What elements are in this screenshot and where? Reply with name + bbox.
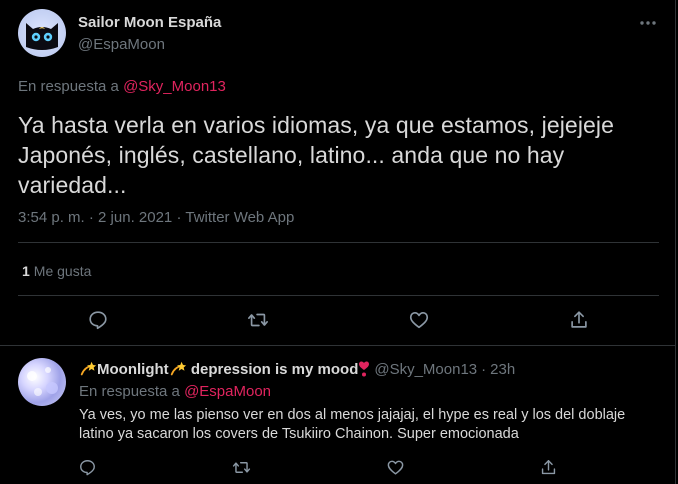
main-tweet: Sailor Moon España @EspaMoon En respuest…: [0, 0, 676, 345]
reply-prefix: En respuesta a: [79, 383, 180, 400]
heart-icon: [409, 312, 429, 329]
tweet-time[interactable]: 3:54 p. m.: [18, 209, 85, 226]
moonlight-avatar-icon: [27, 367, 58, 396]
reply-separator: ·: [481, 360, 487, 378]
reply-to-link[interactable]: @Sky_Moon13: [123, 78, 226, 95]
meta-separator: ·: [88, 209, 94, 226]
share-button[interactable]: [531, 450, 565, 484]
tweet-source[interactable]: Twitter Web App: [185, 209, 294, 226]
more-options-button[interactable]: [633, 10, 663, 36]
divider: [18, 242, 659, 243]
reply-author-name-part2: depression is my mood: [190, 360, 359, 378]
author-name[interactable]: Sailor Moon España: [78, 14, 221, 31]
share-icon: [541, 459, 555, 474]
like-button[interactable]: [378, 450, 412, 484]
meta-separator: ·: [176, 209, 182, 226]
reply-author-handle[interactable]: @Sky_Moon13: [374, 361, 477, 378]
tweet-text: Ya hasta verla en varios idiomas, ya que…: [18, 112, 615, 198]
avatar[interactable]: [18, 358, 66, 406]
reply-context: En respuesta a @Sky_Moon13: [18, 78, 226, 95]
share-button[interactable]: [561, 302, 597, 338]
author-handle[interactable]: @EspaMoon: [78, 36, 165, 53]
heart-exclamation-emoji: [359, 361, 370, 377]
like-button[interactable]: [401, 302, 437, 338]
reply-prefix: En respuesta a: [18, 78, 119, 95]
reply-icon: [79, 459, 95, 475]
retweet-icon: [232, 461, 250, 473]
reply-time[interactable]: 23h: [490, 361, 515, 378]
reply-button[interactable]: [70, 450, 104, 484]
black-cat-icon: [26, 23, 58, 50]
share-icon: [571, 311, 587, 328]
reply-icon: [89, 311, 107, 330]
reply-to-link[interactable]: @EspaMoon: [184, 383, 271, 400]
retweet-button[interactable]: [240, 302, 276, 338]
reply-button[interactable]: [80, 302, 116, 338]
tweet-date[interactable]: 2 jun. 2021: [98, 209, 172, 226]
like-count-label: Me gusta: [33, 263, 92, 279]
retweet-icon: [248, 313, 268, 327]
like-count-number: 1: [22, 263, 30, 279]
reply-text: Ya ves, yo me las pienso ver en dos al m…: [79, 407, 626, 442]
more-horizontal-icon: [640, 21, 656, 25]
reply-author-name-part1: Moonlight: [97, 360, 169, 378]
tweet-metadata: 3:54 p. m. · 2 jun. 2021 · Twitter Web A…: [18, 209, 294, 226]
reply-author-name[interactable]: Moonlight depression is my mood: [79, 360, 370, 378]
dizzy-star-emoji: [80, 361, 97, 376]
heart-icon: [387, 460, 403, 475]
reply-context: En respuesta a @EspaMoon: [79, 383, 271, 400]
likes-count[interactable]: 1 Me gusta: [22, 263, 91, 279]
divider: [18, 295, 659, 296]
tweet-thread: Sailor Moon España @EspaMoon En respuest…: [0, 0, 676, 484]
dizzy-star-emoji: [170, 361, 186, 376]
reply-tweet[interactable]: Moonlight depression is my mood @Sky_Moo…: [0, 346, 676, 484]
reply-header: Moonlight depression is my mood @Sky_Moo…: [79, 360, 515, 378]
retweet-button[interactable]: [224, 450, 258, 484]
avatar[interactable]: [18, 9, 66, 57]
